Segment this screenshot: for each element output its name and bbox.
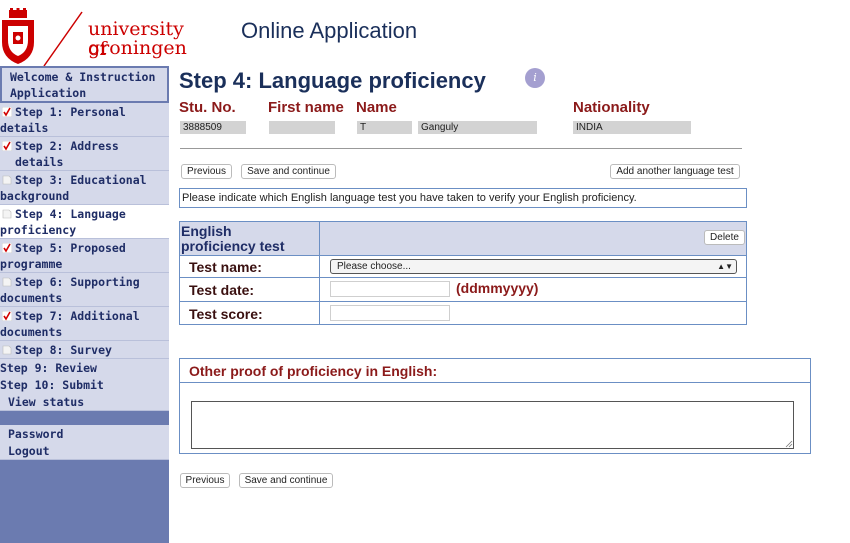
blank-page-icon bbox=[2, 209, 12, 219]
save-continue-button[interactable]: Save and continue bbox=[241, 164, 336, 179]
sidebar-item-label: Password bbox=[8, 427, 64, 441]
sidebar-nav: Welcome & Instruction Application Step 1… bbox=[0, 66, 169, 460]
check-icon bbox=[2, 243, 12, 253]
nationality-value: INDIA bbox=[573, 121, 691, 134]
section-divider bbox=[180, 382, 810, 383]
header-name: Name bbox=[356, 99, 397, 116]
sidebar-item-label: View status bbox=[8, 395, 85, 409]
logo-text-line2: groningen bbox=[88, 37, 187, 59]
test-table-title-line2: proficiency test bbox=[181, 238, 285, 254]
test-date-input[interactable] bbox=[330, 281, 450, 297]
sidebar-item-label: Step 6: Supporting bbox=[15, 275, 140, 289]
sidebar-item-label: Step 10: Submit bbox=[0, 378, 104, 392]
row-divider bbox=[180, 301, 746, 302]
other-proof-textarea[interactable] bbox=[191, 401, 794, 449]
sidebar-item-label: Step 5: Proposed bbox=[15, 241, 126, 255]
test-score-input[interactable] bbox=[330, 305, 450, 321]
sidebar-item-label: details bbox=[0, 121, 49, 135]
divider bbox=[180, 148, 742, 149]
surname-value: Ganguly bbox=[418, 121, 537, 134]
test-date-label: Test date: bbox=[189, 282, 255, 298]
sidebar-item-label: Step 2: Address details bbox=[15, 139, 119, 169]
first-name-value bbox=[269, 121, 335, 134]
other-proof-title: Other proof of proficiency in English: bbox=[189, 363, 438, 379]
sidebar: Welcome & Instruction Application Step 1… bbox=[0, 66, 169, 543]
sidebar-item-step-4[interactable]: Step 4: Language proficiency bbox=[0, 205, 169, 239]
sidebar-item-step-2[interactable]: Step 2: Address details bbox=[0, 137, 169, 171]
crest-icon bbox=[2, 8, 34, 64]
test-name-label: Test name: bbox=[189, 259, 262, 275]
instruction-text: Please indicate which English language t… bbox=[179, 188, 747, 208]
sidebar-item-label: Step 7: Additional bbox=[15, 309, 140, 323]
column-divider bbox=[319, 222, 320, 324]
english-test-table: English proficiency test Delete Test nam… bbox=[179, 221, 747, 325]
sidebar-item-step-6[interactable]: Step 6: Supporting documents bbox=[0, 273, 169, 307]
sidebar-item-label: documents bbox=[0, 325, 63, 339]
select-arrows-icon: ▲▼ bbox=[717, 262, 733, 271]
sidebar-item-step-9[interactable]: Step 9: Review bbox=[0, 359, 169, 376]
sidebar-item-step-3[interactable]: Step 3: Educational background bbox=[0, 171, 169, 205]
sidebar-item-logout[interactable]: Logout bbox=[0, 442, 169, 460]
test-table-title-line1: English bbox=[181, 223, 232, 239]
sidebar-item-view-status[interactable]: View status bbox=[0, 393, 169, 411]
header-first-name: First name bbox=[268, 99, 344, 116]
sidebar-item-password[interactable]: Password bbox=[0, 425, 169, 442]
app-title: Online Application bbox=[241, 18, 418, 43]
sidebar-item-label: documents bbox=[0, 291, 63, 305]
sidebar-item-step-5[interactable]: Step 5: Proposed programme bbox=[0, 239, 169, 273]
header-nationality: Nationality bbox=[573, 99, 650, 116]
sidebar-item-label: Step 1: Personal bbox=[15, 105, 126, 119]
check-icon bbox=[2, 141, 12, 151]
test-name-select[interactable]: Please choose... ▲▼ bbox=[330, 259, 737, 274]
sidebar-divider bbox=[0, 411, 169, 425]
row-divider bbox=[180, 277, 746, 278]
check-icon bbox=[2, 311, 12, 321]
check-icon bbox=[2, 107, 12, 117]
resize-grip-icon[interactable] bbox=[785, 440, 793, 448]
blank-page-icon bbox=[2, 345, 12, 355]
sidebar-item-step-8[interactable]: Step 8: Survey bbox=[0, 341, 169, 359]
page-title: Step 4: Language proficiency bbox=[179, 68, 486, 93]
save-continue-button-bottom[interactable]: Save and continue bbox=[239, 473, 333, 488]
blank-page-icon bbox=[2, 175, 12, 185]
sidebar-item-step-1[interactable]: Step 1: Personal details bbox=[0, 103, 169, 137]
sidebar-item-label: Application bbox=[10, 86, 87, 100]
delete-button[interactable]: Delete bbox=[704, 230, 745, 245]
test-date-format-hint: (ddmmyyyy) bbox=[456, 280, 539, 296]
add-language-test-button[interactable]: Add another language test bbox=[610, 164, 740, 179]
sidebar-item-step-10[interactable]: Step 10: Submit bbox=[0, 376, 169, 393]
sidebar-item-label: proficiency bbox=[0, 223, 77, 237]
sidebar-item-label: Step 3: Educational bbox=[15, 173, 147, 187]
sidebar-item-label: programme bbox=[0, 257, 63, 271]
sidebar-item-label: Logout bbox=[8, 444, 50, 458]
sidebar-item-label: background bbox=[0, 189, 70, 203]
test-name-select-value: Please choose... bbox=[337, 261, 411, 272]
sidebar-item-label: Step 9: Review bbox=[0, 361, 97, 375]
sidebar-item-label: Step 4: Language bbox=[15, 207, 126, 221]
sidebar-item-label: Step 8: Survey bbox=[15, 343, 112, 357]
initial-value: T bbox=[357, 121, 412, 134]
info-icon[interactable]: i bbox=[525, 68, 545, 88]
test-table-title: English proficiency test bbox=[181, 224, 284, 254]
sidebar-item-step-7[interactable]: Step 7: Additional documents bbox=[0, 307, 169, 341]
header-stu-no: Stu. No. bbox=[179, 99, 236, 116]
university-logo[interactable]: university of groningen bbox=[0, 8, 200, 67]
sidebar-item-welcome[interactable]: Welcome & Instruction Application bbox=[1, 67, 168, 102]
sidebar-item-label: Welcome & Instruction bbox=[10, 70, 156, 84]
test-score-label: Test score: bbox=[189, 306, 263, 322]
blank-page-icon bbox=[2, 277, 12, 287]
other-proof-section: Other proof of proficiency in English: bbox=[179, 358, 811, 454]
row-divider bbox=[180, 255, 746, 256]
stu-no-value: 3888509 bbox=[180, 121, 246, 134]
previous-button[interactable]: Previous bbox=[181, 164, 232, 179]
previous-button-bottom[interactable]: Previous bbox=[180, 473, 230, 488]
